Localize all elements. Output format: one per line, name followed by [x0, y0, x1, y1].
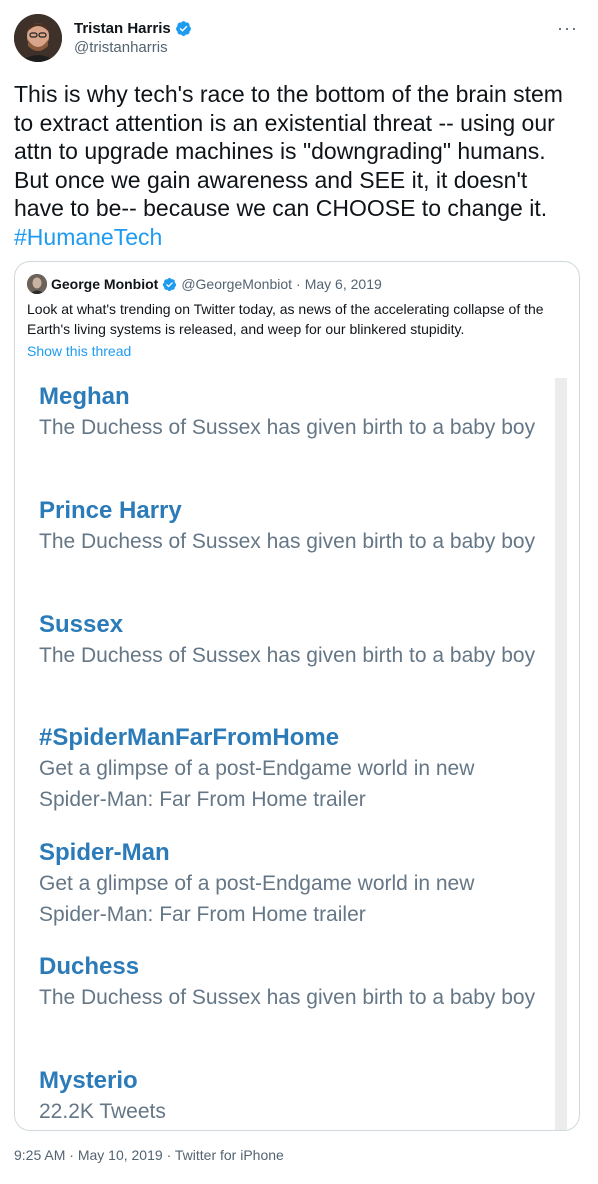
tweet-footer: 9:25 AM · May 10, 2019 · Twitter for iPh… — [14, 1147, 284, 1163]
verified-badge-icon — [175, 21, 191, 36]
quoted-tweet[interactable]: George Monbiot @GeorgeMonbiot · May 6, 2… — [14, 261, 580, 1131]
trend-item: Spider-Man Get a glimpse of a post-Endga… — [39, 838, 539, 930]
show-thread-link[interactable]: Show this thread — [27, 343, 131, 359]
trend-title: Duchess — [39, 953, 140, 980]
author-name[interactable]: Tristan Harris — [74, 20, 171, 37]
trend-description: The Duchess of Sussex has given birth to… — [39, 530, 536, 553]
tweet-time[interactable]: 9:25 AM — [14, 1147, 65, 1163]
trend-title: Meghan — [39, 383, 130, 410]
trend-item: Sussex The Duchess of Sussex has given b… — [39, 610, 539, 671]
tweet-date[interactable]: May 10, 2019 — [78, 1147, 163, 1163]
meta-separator: · — [296, 276, 301, 292]
meta-separator: · — [69, 1147, 74, 1163]
more-options-icon[interactable]: ··· — [557, 18, 578, 39]
trend-item: #SpiderManFarFromHome Get a glimpse of a… — [39, 723, 539, 815]
verified-badge-icon — [163, 277, 177, 291]
quoted-text: Look at what's trending on Twitter today… — [27, 301, 544, 337]
tweet-header: Tristan Harris @tristanharris ··· — [14, 14, 584, 66]
trend-description: Get a glimpse of a post-Endgame world in… — [39, 872, 475, 926]
trend-title: Sussex — [39, 611, 124, 638]
tweet-text: This is why tech's race to the bottom of… — [14, 80, 580, 251]
trend-title: Mysterio — [39, 1067, 138, 1094]
scrollbar-track — [555, 378, 567, 1130]
trend-item: Prince Harry The Duchess of Sussex has g… — [39, 496, 539, 557]
trend-title: #SpiderManFarFromHome — [39, 724, 340, 751]
trend-description: Get a glimpse of a post-Endgame world in… — [39, 757, 475, 811]
author-avatar[interactable] — [14, 14, 62, 62]
quoted-author-avatar — [27, 274, 47, 294]
trend-item: Mysterio 22.2K Tweets — [39, 1066, 539, 1127]
quoted-author-handle: @GeorgeMonbiot — [181, 276, 293, 292]
meta-separator: · — [166, 1147, 172, 1163]
tweet-source: Twitter for iPhone — [174, 1147, 284, 1163]
trend-title: Spider-Man — [39, 839, 170, 866]
author-handle[interactable]: @tristanharris — [74, 39, 192, 56]
quoted-author-name: George Monbiot — [51, 276, 159, 292]
tweet-body: This is why tech's race to the bottom of… — [14, 81, 563, 221]
quoted-date: May 6, 2019 — [304, 276, 382, 292]
hashtag-link[interactable]: #HumaneTech — [14, 224, 162, 250]
trend-title: Prince Harry — [39, 497, 182, 524]
trend-description: 22.2K Tweets — [39, 1100, 166, 1123]
trending-screenshot-image: Meghan The Duchess of Sussex has given b… — [27, 378, 567, 1130]
trend-item: Meghan The Duchess of Sussex has given b… — [39, 382, 539, 443]
trend-description: The Duchess of Sussex has given birth to… — [39, 986, 536, 1009]
trend-item: Duchess The Duchess of Sussex has given … — [39, 952, 539, 1013]
trend-description: The Duchess of Sussex has given birth to… — [39, 416, 536, 439]
trend-description: The Duchess of Sussex has given birth to… — [39, 644, 536, 667]
